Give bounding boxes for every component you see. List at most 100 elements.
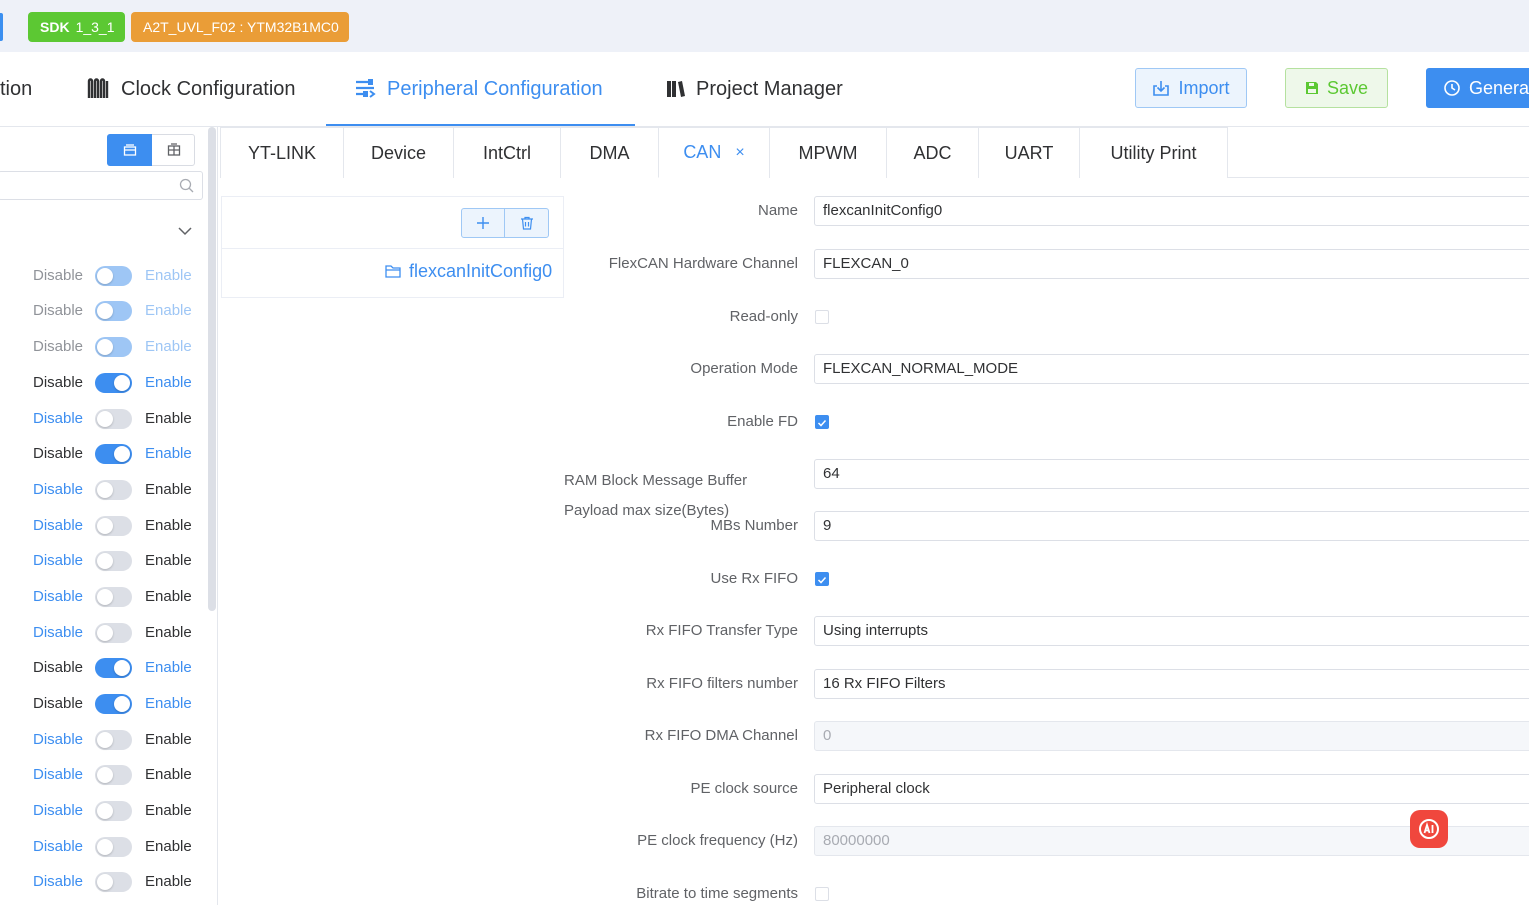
enable-label[interactable]: Enable <box>145 695 192 712</box>
enable-label[interactable]: Enable <box>145 873 192 890</box>
form-row-rx-fifo-transfer: Rx FIFO Transfer Type Using interrupts <box>564 616 1529 646</box>
enable-switch[interactable] <box>95 801 132 821</box>
nav-item-label: Peripheral Configuration <box>387 77 603 100</box>
tab-can[interactable]: CAN × <box>658 127 770 178</box>
hw-channel-select[interactable]: FLEXCAN_0 <box>814 249 1529 279</box>
disable-label[interactable]: Disable <box>33 659 83 676</box>
rx-fifo-transfer-select[interactable]: Using interrupts <box>814 616 1529 646</box>
disable-label[interactable]: Disable <box>33 873 83 890</box>
switch-knob <box>97 767 113 783</box>
import-button[interactable]: Import <box>1135 68 1247 108</box>
toggle-row: Disable Enable <box>0 261 208 291</box>
disable-label[interactable]: Disable <box>33 481 83 498</box>
tab-dma[interactable]: DMA <box>560 127 659 178</box>
save-button[interactable]: Save <box>1285 68 1388 108</box>
tab-adc[interactable]: ADC <box>886 127 979 178</box>
enable-label[interactable]: Enable <box>145 338 192 355</box>
name-input[interactable]: flexcanInitConfig0 <box>814 196 1529 226</box>
disable-label[interactable]: Disable <box>33 588 83 605</box>
ram-payload-select[interactable]: 64 <box>814 459 1529 489</box>
enable-label[interactable]: Enable <box>145 766 192 783</box>
read-only-checkbox[interactable] <box>815 310 829 324</box>
view-toggle-grid[interactable] <box>152 135 195 165</box>
generate-button[interactable]: Genera <box>1426 68 1529 108</box>
enable-label[interactable]: Enable <box>145 517 192 534</box>
tab-intctrl[interactable]: IntCtrl <box>453 127 561 178</box>
nav-item-pin-configuration[interactable]: tion <box>0 52 32 126</box>
disable-label[interactable]: Disable <box>33 517 83 534</box>
delete-config-button[interactable] <box>506 209 548 237</box>
disable-label[interactable]: Disable <box>33 838 83 855</box>
enable-label[interactable]: Enable <box>145 302 192 319</box>
enable-label[interactable]: Enable <box>145 802 192 819</box>
tab-device[interactable]: Device <box>343 127 454 178</box>
disable-label[interactable]: Disable <box>33 338 83 355</box>
field-label: PE clock source <box>690 780 798 797</box>
enable-fd-checkbox[interactable] <box>815 415 829 429</box>
disable-label[interactable]: Disable <box>33 267 83 284</box>
disable-label[interactable]: Disable <box>33 410 83 427</box>
bitrate-segments-checkbox[interactable] <box>815 887 829 901</box>
enable-switch[interactable] <box>95 837 132 857</box>
switch-knob <box>97 732 113 748</box>
enable-switch[interactable] <box>95 409 132 429</box>
enable-label[interactable]: Enable <box>145 410 192 427</box>
tab-label: YT-LINK <box>247 142 317 163</box>
disable-label[interactable]: Disable <box>33 445 83 462</box>
enable-switch[interactable] <box>95 516 132 536</box>
left-panel-scrollbar[interactable] <box>208 127 216 611</box>
add-config-button[interactable] <box>462 209 505 237</box>
enable-switch[interactable] <box>95 373 132 393</box>
enable-label[interactable]: Enable <box>145 267 192 284</box>
enable-label[interactable]: Enable <box>145 624 192 641</box>
disable-label[interactable]: Disable <box>33 766 83 783</box>
ai-assistant-button[interactable] <box>1410 810 1448 848</box>
disable-label[interactable]: Disable <box>33 695 83 712</box>
enable-label[interactable]: Enable <box>145 481 192 498</box>
mbs-number-input[interactable]: 9 <box>814 511 1529 541</box>
nav-item-peripheral-configuration[interactable]: Peripheral Configuration <box>353 52 603 126</box>
enable-switch[interactable] <box>95 623 132 643</box>
toggle-row: Disable Enable <box>0 475 208 505</box>
enable-label[interactable]: Enable <box>145 731 192 748</box>
close-icon[interactable]: × <box>735 144 744 162</box>
enable-switch[interactable] <box>95 765 132 785</box>
tab-utility-print[interactable]: Utility Print <box>1079 127 1228 178</box>
disable-label[interactable]: Disable <box>33 374 83 391</box>
tree-node-config[interactable]: flexcanInitConfig0 <box>385 261 552 282</box>
rx-fifo-filters-select[interactable]: 16 Rx FIFO Filters <box>814 669 1529 699</box>
enable-switch[interactable] <box>95 444 132 464</box>
sdk-version: 1_3_1 <box>75 19 115 35</box>
disable-label[interactable]: Disable <box>33 552 83 569</box>
use-rx-fifo-checkbox[interactable] <box>815 572 829 586</box>
enable-label[interactable]: Enable <box>145 588 192 605</box>
operation-mode-select[interactable]: FLEXCAN_NORMAL_MODE <box>814 354 1529 384</box>
toggle-row: Disable Enable <box>0 368 208 398</box>
import-label: Import <box>1178 77 1230 98</box>
enable-switch[interactable] <box>95 658 132 678</box>
tab-uart[interactable]: UART <box>978 127 1080 178</box>
enable-switch[interactable] <box>95 480 132 500</box>
view-toggle-list[interactable] <box>107 134 152 166</box>
enable-switch[interactable] <box>95 551 132 571</box>
enable-label[interactable]: Enable <box>145 552 192 569</box>
pe-clock-source-select[interactable]: Peripheral clock <box>814 774 1529 804</box>
disable-label[interactable]: Disable <box>33 731 83 748</box>
tab-mpwm[interactable]: MPWM <box>769 127 887 178</box>
disable-label[interactable]: Disable <box>33 624 83 641</box>
enable-label[interactable]: Enable <box>145 838 192 855</box>
enable-switch[interactable] <box>95 872 132 892</box>
nav-item-clock-configuration[interactable]: Clock Configuration <box>87 52 296 126</box>
tab-yt-link[interactable]: YT-LINK <box>220 127 344 178</box>
enable-switch[interactable] <box>95 730 132 750</box>
enable-label[interactable]: Enable <box>145 445 192 462</box>
disable-label[interactable]: Disable <box>33 802 83 819</box>
enable-label[interactable]: Enable <box>145 374 192 391</box>
enable-switch[interactable] <box>95 694 132 714</box>
search-input[interactable] <box>0 172 169 199</box>
enable-label[interactable]: Enable <box>145 659 192 676</box>
disable-label[interactable]: Disable <box>33 302 83 319</box>
nav-item-project-manager[interactable]: Project Manager <box>666 52 843 126</box>
chevron-down-icon[interactable] <box>177 223 193 239</box>
enable-switch[interactable] <box>95 587 132 607</box>
